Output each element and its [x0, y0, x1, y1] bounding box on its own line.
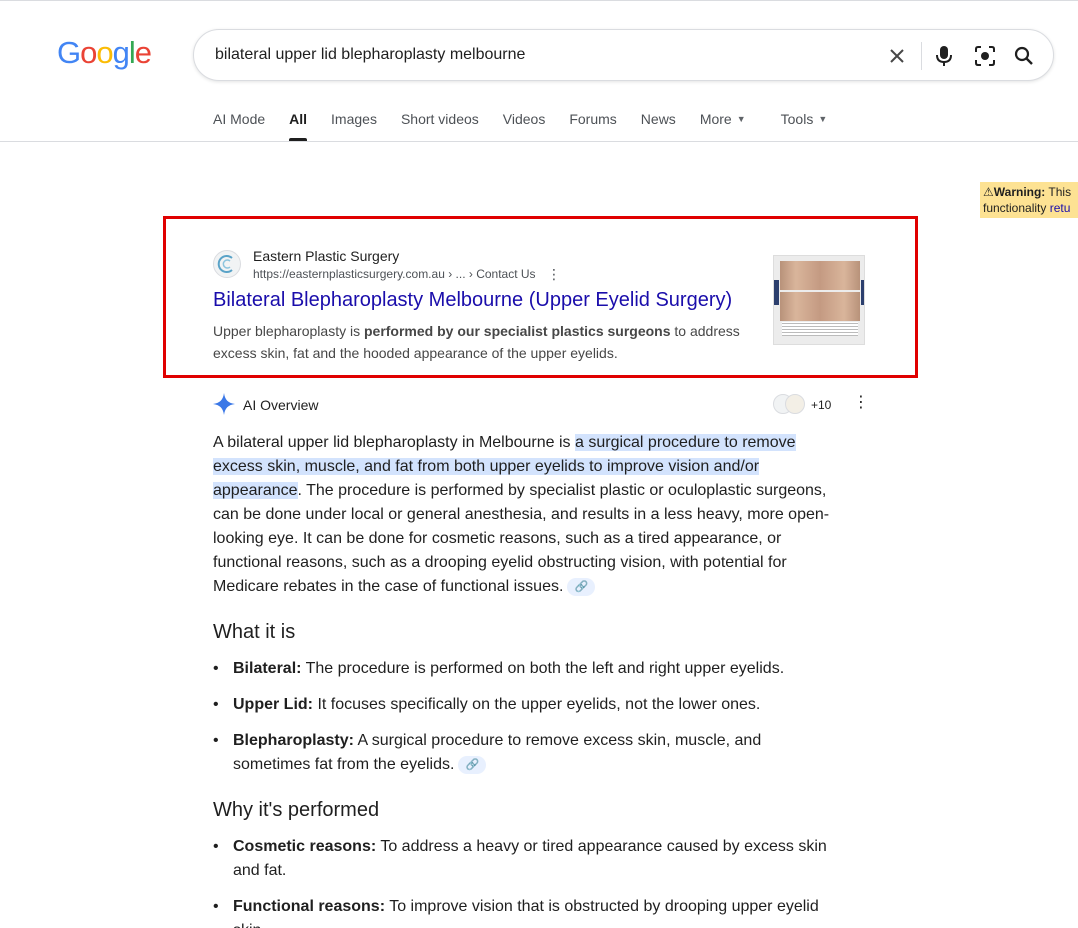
tab-label: AI Mode [213, 111, 266, 127]
tab-label: More [699, 111, 732, 127]
site-url[interactable]: https://easternplasticsurgery.com.au › .… [253, 267, 536, 281]
list-item-term: Blepharoplasty: [233, 732, 354, 749]
logo-letter: e [134, 35, 152, 70]
tab-label: Videos [502, 111, 546, 127]
tab-label: Images [331, 111, 377, 127]
tab-short-videos[interactable]: Short videos [401, 111, 479, 141]
source-avatar [785, 394, 805, 414]
list-item: Upper Lid: It focuses specifically on th… [213, 693, 838, 717]
search-input[interactable]: bilateral upper lid blepharoplasty melbo… [215, 46, 525, 64]
ai-sparkle-icon [213, 393, 235, 415]
ai-overview-header: AI Overview +10 ⋮ [213, 393, 869, 417]
warning-banner: ⚠Warning: This functionality retu [980, 182, 1078, 218]
more-options-icon[interactable]: ⋮ [547, 267, 561, 281]
tab-all[interactable]: All [289, 111, 307, 141]
list-item: Functional reasons: To improve vision th… [213, 895, 838, 928]
tab-videos[interactable]: Videos [503, 111, 546, 141]
search-divider [921, 42, 922, 70]
tab-ai-mode[interactable]: AI Mode [213, 111, 265, 141]
tab-label: Short videos [400, 111, 479, 127]
site-favicon[interactable] [213, 250, 241, 278]
ai-overview-text: A bilateral upper lid blepharoplasty in … [213, 431, 838, 599]
what-it-is-list: Bilateral: The procedure is performed on… [213, 657, 838, 789]
section-heading: Why it's performed [213, 799, 380, 821]
site-name[interactable]: Eastern Plastic Surgery [253, 248, 399, 264]
tab-label: Forums [569, 111, 617, 127]
caret-down-icon: ▼ [736, 114, 746, 124]
thumbnail-bar-left [774, 280, 779, 305]
list-item-term: Functional reasons: [233, 898, 386, 915]
list-item-text: The procedure is performed on both the l… [301, 660, 785, 677]
source-count[interactable]: +10 [811, 398, 831, 412]
ai-overview-label: AI Overview [243, 397, 319, 413]
thumbnail-caption [782, 322, 858, 336]
more-options-icon[interactable]: ⋮ [853, 395, 869, 411]
overview-text: . The procedure is performed by speciali… [213, 482, 830, 595]
google-logo[interactable]: Google [57, 35, 152, 71]
tools-button[interactable]: Tools ▼ [781, 111, 828, 141]
tab-images[interactable]: Images [331, 111, 377, 141]
citation-link-icon[interactable]: 🔗 [567, 577, 596, 596]
list-item-term: Bilateral: [233, 660, 302, 677]
tab-label: News [640, 111, 676, 127]
snippet-text: Upper blepharoplasty is [213, 323, 364, 339]
list-item-text: It focuses specifically on the upper eye… [313, 696, 761, 713]
search-box[interactable]: bilateral upper lid blepharoplasty melbo… [193, 29, 1054, 81]
tab-news[interactable]: News [641, 111, 676, 141]
overview-text: A bilateral upper lid blepharoplasty in … [213, 434, 575, 451]
lens-icon[interactable] [972, 43, 998, 69]
logo-letter: o [96, 35, 113, 70]
warning-text: This [1045, 185, 1072, 199]
logo-letter: g [112, 35, 130, 70]
thumbnail-bar-right [861, 280, 864, 305]
result-title-link[interactable]: Bilateral Blepharoplasty Melbourne (Uppe… [213, 289, 732, 312]
citation-link-icon[interactable]: 🔗 [458, 755, 487, 774]
tabs-divider [0, 141, 1078, 142]
result-thumbnail[interactable] [773, 255, 865, 345]
logo-letter: G [57, 35, 81, 70]
logo-letter: o [80, 35, 97, 70]
list-item: Bilateral: The procedure is performed on… [213, 657, 838, 681]
microphone-icon[interactable] [931, 43, 957, 69]
tab-more[interactable]: More ▼ [700, 111, 746, 141]
why-performed-list: Cosmetic reasons: To address a heavy or … [213, 835, 838, 928]
top-border [0, 0, 1078, 3]
list-item-term: Cosmetic reasons: [233, 838, 377, 855]
thumbnail-photo-before [780, 261, 860, 290]
list-item: Blepharoplasty: A surgical procedure to … [213, 729, 838, 777]
list-item: Cosmetic reasons: To address a heavy or … [213, 835, 838, 883]
warning-text-line2: functionality [983, 201, 1050, 215]
snippet-bold: performed by our specialist plastics sur… [363, 323, 671, 339]
tab-label: Tools [780, 111, 814, 127]
tab-label: All [289, 111, 308, 127]
warning-label: ⚠Warning: [983, 185, 1046, 199]
warning-link[interactable]: retu [1050, 201, 1071, 215]
result-snippet: Upper blepharoplasty is performed by our… [213, 320, 753, 364]
clear-icon[interactable] [884, 43, 910, 69]
tab-forums[interactable]: Forums [569, 111, 616, 141]
section-heading: What it is [213, 621, 296, 643]
search-tabs: AI Mode All Images Short videos Videos F… [213, 111, 851, 141]
caret-down-icon: ▼ [818, 114, 828, 124]
thumbnail-photo-after [780, 292, 860, 321]
list-item-term: Upper Lid: [233, 696, 313, 713]
search-icon[interactable] [1011, 43, 1037, 69]
